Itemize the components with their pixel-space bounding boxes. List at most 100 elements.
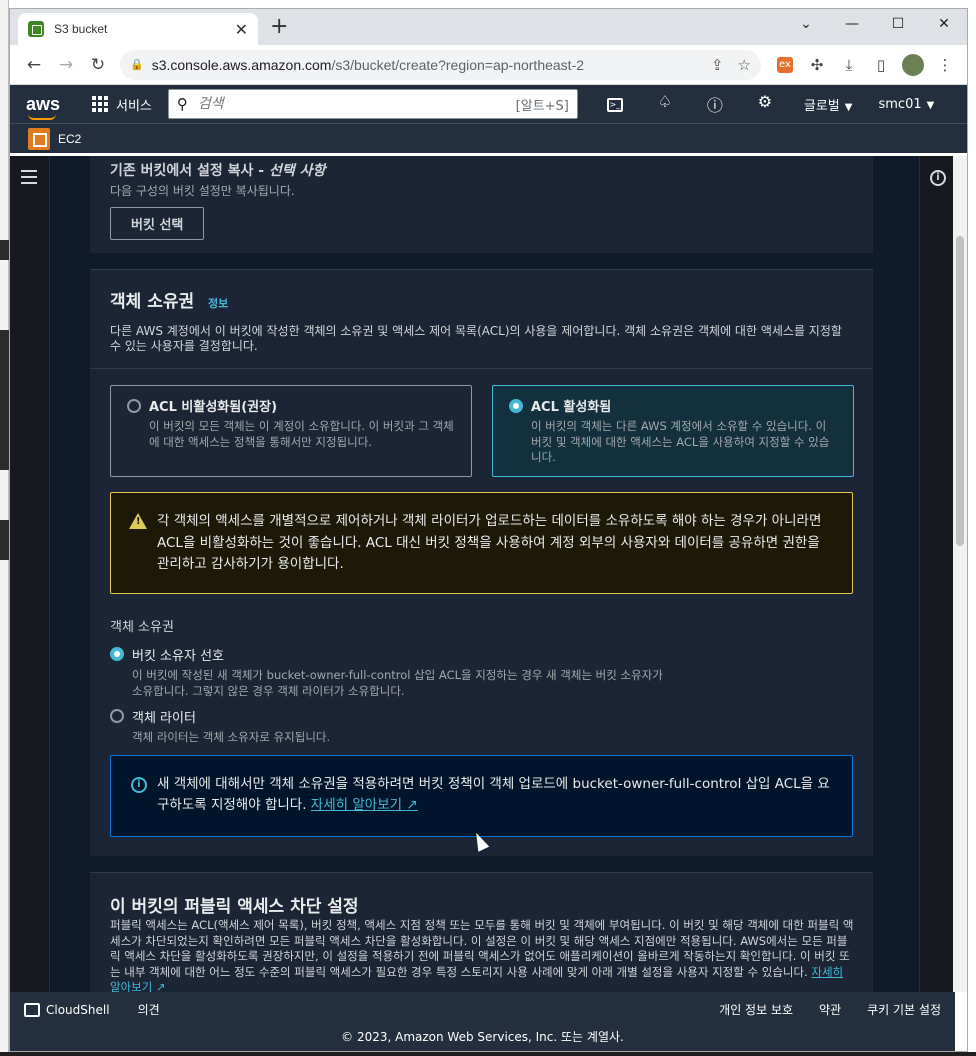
- hamburger-menu-icon[interactable]: [21, 170, 37, 188]
- notifications-bell-icon[interactable]: ♤: [640, 92, 690, 116]
- learn-more-link[interactable]: 자세히 알아보기 ↗: [311, 797, 418, 813]
- copy-settings-description: 다음 구성의 버킷 설정만 복사됩니다.: [110, 184, 295, 198]
- block-public-access-title: 이 버킷의 퍼블릭 액세스 차단 설정: [110, 897, 359, 917]
- region-selector[interactable]: 글로벌 ▼: [804, 95, 853, 114]
- external-link-icon: ↗: [406, 797, 418, 813]
- option-label: 객체 라이터: [132, 711, 196, 726]
- warning-icon: [129, 513, 147, 529]
- info-text: 새 객체에 대해서만 객체 소유권을 적용하려면 버킷 정책이 객체 업로드에 …: [157, 776, 830, 813]
- tile-label: ACL 활성화됨: [531, 400, 612, 415]
- download-icon[interactable]: ⤓: [835, 51, 863, 79]
- browser-menu-icon[interactable]: ⋮: [931, 51, 959, 79]
- info-link[interactable]: 정보: [208, 297, 228, 310]
- search-input[interactable]: [197, 96, 516, 112]
- browser-window: S3 bucket ✕ + ⌄ — ☐ ✕ ← → ↻ 🔒 s3.console…: [9, 8, 968, 1052]
- favorites-bar: EC2: [10, 123, 967, 153]
- profile-avatar[interactable]: [899, 51, 927, 79]
- taskbar-edge: [0, 1052, 976, 1056]
- right-help-rail: i: [919, 156, 955, 992]
- console-content: 기존 버킷에서 설정 복사 - 선택 사항 다음 구성의 버킷 설정만 복사됩니…: [10, 156, 955, 992]
- main-content: 기존 버킷에서 설정 복사 - 선택 사항 다음 구성의 버킷 설정만 복사됩니…: [50, 156, 919, 992]
- page-scrollbar[interactable]: [953, 156, 967, 992]
- close-tab-icon[interactable]: ✕: [235, 20, 248, 39]
- console-footer: CloudShell 의견 개인 정보 보호 약관 쿠키 기본 설정 © 202…: [10, 992, 955, 1051]
- bookmark-star-icon[interactable]: ☆: [738, 56, 751, 74]
- new-tab-icon[interactable]: +: [270, 14, 288, 39]
- tab-search-icon[interactable]: ⌄: [783, 9, 829, 39]
- cloudshell-icon: [24, 1002, 40, 1017]
- forward-icon[interactable]: →: [50, 49, 82, 81]
- info-panel-icon[interactable]: i: [930, 170, 946, 186]
- tile-description: 이 버킷의 객체는 다른 AWS 계정에서 소유할 수 있습니다. 이 버킷 및…: [531, 419, 830, 464]
- external-link-icon: ↗: [155, 980, 166, 992]
- radio-acl-enabled[interactable]: [509, 399, 523, 413]
- maximize-icon[interactable]: ☐: [875, 9, 921, 39]
- privacy-link[interactable]: 개인 정보 보호: [719, 1001, 793, 1018]
- option-description: 이 버킷에 작성된 새 객체가 bucket-owner-full-contro…: [132, 668, 663, 698]
- close-window-icon[interactable]: ✕: [921, 9, 967, 39]
- url-bar[interactable]: 🔒 s3.console.aws.amazon.com/s3/bucket/cr…: [120, 49, 761, 80]
- chevron-down-icon: ▼: [926, 99, 935, 111]
- feedback-link[interactable]: 의견: [138, 1001, 160, 1018]
- radio-acl-disabled[interactable]: [127, 399, 141, 413]
- share-icon[interactable]: ⇪: [711, 56, 724, 74]
- choose-bucket-button[interactable]: 버킷 선택: [110, 207, 205, 240]
- lock-icon[interactable]: 🔒: [130, 58, 144, 71]
- minimize-icon[interactable]: —: [829, 9, 875, 39]
- address-bar-row: ← → ↻ 🔒 s3.console.aws.amazon.com/s3/buc…: [10, 45, 967, 85]
- back-icon[interactable]: ←: [18, 49, 50, 81]
- warning-text: 각 객체의 액세스를 개별적으로 제어하거나 객체 라이터가 업로드하는 데이터…: [157, 513, 822, 572]
- browser-tab[interactable]: S3 bucket ✕: [18, 13, 258, 45]
- grid-icon: [92, 96, 108, 112]
- scrollbar-thumb[interactable]: [956, 236, 964, 546]
- account-menu[interactable]: smc01 ▼: [878, 97, 934, 112]
- url-host: s3.console.aws.amazon.com: [151, 56, 332, 73]
- puzzle-extensions-icon[interactable]: ✣: [803, 51, 831, 79]
- tab-title: S3 bucket: [54, 22, 108, 36]
- tile-label: ACL 비활성화됨(권장): [149, 400, 278, 415]
- help-icon[interactable]: ⓘ: [690, 92, 740, 116]
- s3-favicon-icon: [28, 21, 44, 37]
- block-public-access-panel: 이 버킷의 퍼블릭 액세스 차단 설정 퍼블릭 액세스는 ACL(액세스 제어 …: [90, 872, 873, 992]
- copy-settings-panel: 기존 버킷에서 설정 복사 - 선택 사항 다음 구성의 버킷 설정만 복사됩니…: [90, 156, 873, 253]
- object-ownership-panel: 객체 소유권 정보 다른 AWS 계정에서 이 버킷에 작성한 객체의 소유권 …: [90, 269, 873, 856]
- cookie-preferences-link[interactable]: 쿠키 기본 설정: [867, 1001, 941, 1018]
- block-public-access-description: 퍼블릭 액세스는 ACL(액세스 제어 목록), 버킷 정책, 액세스 지점 정…: [110, 918, 854, 979]
- url-path: /s3/bucket/create?region=ap-northeast-2: [331, 56, 585, 73]
- ec2-icon[interactable]: [28, 127, 50, 150]
- object-ownership-title: 객체 소유권: [110, 292, 195, 312]
- reload-icon[interactable]: ↻: [82, 49, 114, 81]
- object-ownership-radio-group: 객체 소유권 버킷 소유자 선호 이 버킷에 작성된 새 객체가 bucket-…: [110, 616, 853, 753]
- cloudshell-icon[interactable]: >_: [590, 92, 640, 116]
- radio-group-label: 객체 소유권: [110, 620, 174, 635]
- divider: [90, 368, 873, 369]
- object-ownership-description: 다른 AWS 계정에서 이 버킷에 작성한 객체의 소유권 및 액세스 제어 목…: [110, 324, 842, 353]
- terms-link[interactable]: 약관: [819, 1001, 841, 1018]
- radio-bucket-owner-preferred[interactable]: [110, 647, 124, 661]
- option-object-writer[interactable]: 객체 라이터 객체 라이터는 객체 소유자로 유지됩니다.: [110, 707, 853, 745]
- cloudshell-button[interactable]: CloudShell: [24, 1002, 110, 1017]
- tile-acl-enabled[interactable]: ACL 활성화됨 이 버킷의 객체는 다른 AWS 계정에서 소유할 수 있습니…: [492, 385, 854, 477]
- side-panel-icon[interactable]: ▯: [867, 51, 895, 79]
- chevron-down-icon: ▼: [844, 101, 853, 113]
- copy-settings-title: 기존 버킷에서 설정 복사 - 선택 사항: [110, 163, 326, 179]
- search-icon: ⚲: [176, 95, 188, 113]
- option-bucket-owner-preferred[interactable]: 버킷 소유자 선호 이 버킷에 작성된 새 객체가 bucket-owner-f…: [110, 645, 853, 699]
- aws-logo[interactable]: aws: [26, 94, 66, 120]
- extension-icon[interactable]: ex: [771, 51, 799, 79]
- search-box[interactable]: ⚲ [알트+S]: [167, 89, 578, 119]
- tab-strip: S3 bucket ✕ + ⌄ — ☐ ✕: [10, 9, 967, 45]
- services-label: 서비스: [116, 98, 152, 114]
- favorite-ec2[interactable]: EC2: [58, 132, 81, 146]
- tile-acl-disabled[interactable]: ACL 비활성화됨(권장) 이 버킷의 모든 객체는 이 계정이 소유합니다. …: [110, 385, 472, 477]
- info-alert: i 새 객체에 대해서만 객체 소유권을 적용하려면 버킷 정책이 객체 업로드…: [110, 755, 853, 837]
- tile-description: 이 버킷의 모든 객체는 이 계정이 소유합니다. 이 버킷과 그 객체에 대한…: [149, 419, 454, 449]
- warning-alert: 각 객체의 액세스를 개별적으로 제어하거나 객체 라이터가 업로드하는 데이터…: [110, 492, 853, 594]
- services-menu[interactable]: 서비스: [92, 95, 152, 114]
- aws-top-nav: aws 서비스 ⚲ [알트+S] >_ ♤ ⓘ ⚙ 글로벌▼ smc01▼: [10, 85, 967, 123]
- background-window-edge: [0, 0, 9, 1056]
- option-description: 객체 라이터는 객체 소유자로 유지됩니다.: [132, 730, 331, 744]
- radio-object-writer[interactable]: [110, 709, 124, 723]
- settings-gear-icon[interactable]: ⚙: [740, 92, 790, 116]
- option-label: 버킷 소유자 선호: [132, 649, 224, 664]
